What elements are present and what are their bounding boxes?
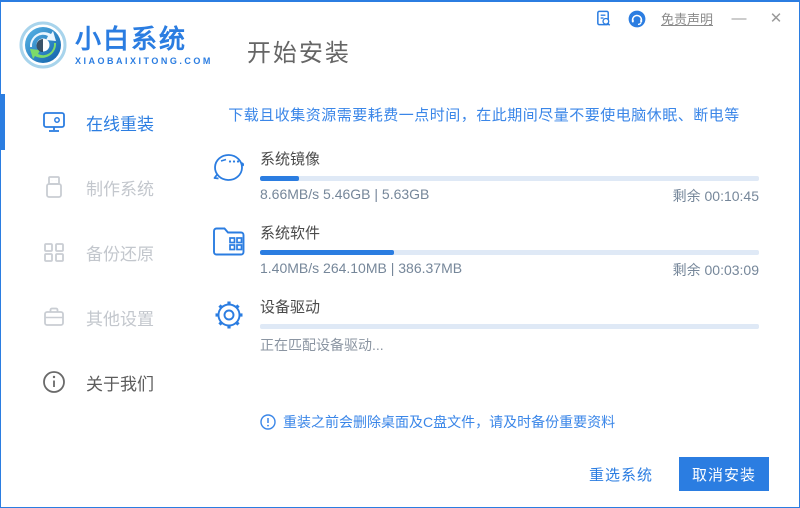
task-name: 系统软件 [260, 225, 321, 242]
sidebar-item-about-us[interactable]: 关于我们 [1, 362, 201, 402]
titlebar-controls: 免责声明 — ✕ [595, 9, 787, 28]
backup-notice: 重装之前会删除桌面及C盘文件，请及时备份重要资料 [260, 412, 759, 432]
sidebar-item-label: 备份还原 [86, 244, 154, 264]
disclaimer-link[interactable]: 免责声明 [661, 9, 713, 28]
cancel-install-button[interactable]: 取消安装 [679, 457, 769, 491]
exclamation-circle-icon [260, 414, 276, 430]
task-remaining-time: 剩余 00:03:09 [672, 262, 759, 278]
sidebar-item-other-settings[interactable]: 其他设置 [1, 297, 201, 337]
progress-bar [260, 176, 759, 181]
footer-actions: 重选系统 取消安装 [589, 457, 769, 491]
backup-notice-text: 重装之前会删除桌面及C盘文件，请及时备份重要资料 [283, 414, 616, 430]
brand-block: 小白系统 XIAOBAIXITONG.COM [75, 25, 213, 66]
mascot-face-icon [213, 154, 245, 181]
progress-bar-fill [260, 250, 394, 255]
sidebar-item-label: 关于我们 [86, 374, 154, 394]
folder-apps-icon [213, 227, 245, 256]
sidebar-item-make-system[interactable]: 制作系统 [1, 167, 201, 207]
task-speed-size: 1.40MB/s 264.10MB | 386.37MB [260, 260, 463, 276]
minimize-button[interactable]: — [728, 10, 750, 28]
sidebar-item-label: 制作系统 [86, 179, 154, 199]
gear-icon [215, 301, 243, 329]
progress-bar [260, 250, 759, 255]
sidebar: 在线重装 制作系统 备份还原 其他设置 关于我们 [1, 90, 201, 507]
page-title: 开始安装 [246, 39, 351, 67]
brand-domain: XIAOBAIXITONG.COM [75, 55, 213, 66]
usb-icon [46, 176, 62, 198]
task-speed-size: 8.66MB/s 5.46GB | 5.63GB [260, 186, 430, 202]
task-status-text: 正在匹配设备驱动... [260, 337, 384, 353]
task-row-system-software: 系统软件 1.40MB/s 264.10MB | 386.37MB 剩余 00:… [209, 221, 759, 280]
backup-blocks-icon [44, 243, 64, 262]
sidebar-item-label: 其他设置 [86, 309, 154, 329]
task-name: 系统镜像 [260, 151, 321, 168]
task-remaining-time: 剩余 00:10:45 [672, 188, 759, 204]
progress-bar [260, 324, 759, 329]
briefcase-icon [44, 307, 64, 326]
sidebar-item-label: 在线重装 [86, 114, 154, 134]
task-row-system-image: 系统镜像 8.66MB/s 5.46GB | 5.63GB 剩余 00:10:4… [209, 147, 759, 206]
sidebar-item-online-reinstall[interactable]: 在线重装 [1, 94, 201, 150]
monitor-icon [43, 112, 65, 132]
close-button[interactable]: ✕ [765, 10, 787, 28]
main-content: 下载且收集资源需要耗费一点时间，在此期间尽量不要使电脑休眠、断电等 系统镜像 8… [201, 90, 799, 507]
app-window: 小白系统 XIAOBAIXITONG.COM 开始安装 免责声明 — ✕ 在线重… [0, 0, 800, 508]
progress-bar-fill [260, 176, 299, 181]
app-logo-icon [19, 21, 67, 69]
download-warning-text: 下载且收集资源需要耗费一点时间，在此期间尽量不要使电脑休眠、断电等 [228, 107, 740, 124]
task-name: 设备驱动 [260, 299, 321, 316]
customer-service-icon[interactable] [628, 10, 646, 28]
window-body: 在线重装 制作系统 备份还原 其他设置 关于我们 下载且收集资源需要耗费一点时间… [1, 90, 799, 507]
sidebar-item-backup-restore[interactable]: 备份还原 [1, 232, 201, 272]
info-icon [43, 371, 65, 393]
reselect-system-button[interactable]: 重选系统 [589, 464, 653, 485]
disclaimer-doc-icon[interactable] [595, 10, 613, 28]
brand-name: 小白系统 [75, 23, 188, 54]
task-row-device-driver: 设备驱动 正在匹配设备驱动... [209, 295, 759, 355]
